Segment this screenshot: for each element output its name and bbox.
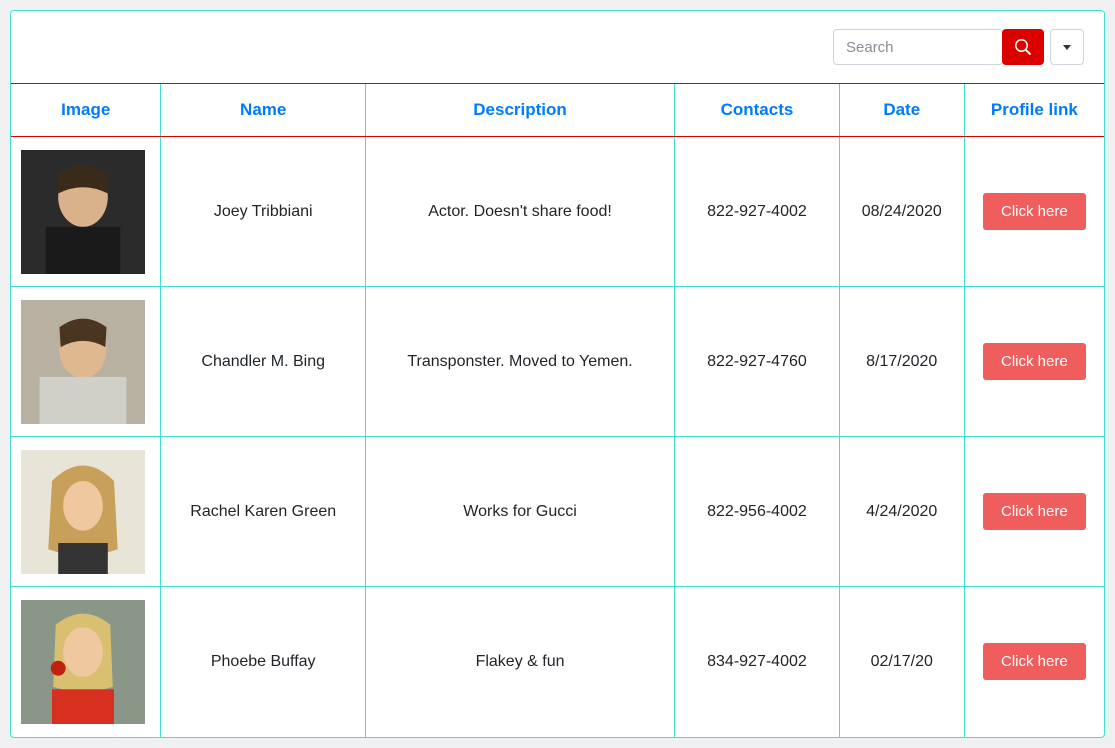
cell-profile-link: Click here — [964, 137, 1104, 287]
cell-description: Transponster. Moved to Yemen. — [365, 287, 674, 437]
cell-contacts: 822-956-4002 — [675, 437, 840, 587]
col-header-profile-link[interactable]: Profile link — [964, 84, 1104, 137]
table-header-row: Image Name Description Contacts Date Pro… — [11, 84, 1104, 137]
chevron-down-icon — [1063, 45, 1071, 50]
profile-link-button[interactable]: Click here — [983, 493, 1086, 530]
search-button[interactable] — [1002, 29, 1044, 65]
cell-name: Phoebe Buffay — [161, 587, 365, 737]
avatar — [21, 300, 145, 424]
cell-profile-link: Click here — [964, 287, 1104, 437]
col-header-date[interactable]: Date — [839, 84, 964, 137]
avatar — [21, 450, 145, 574]
cell-description: Flakey & fun — [365, 587, 674, 737]
cell-profile-link: Click here — [964, 437, 1104, 587]
cell-contacts: 822-927-4760 — [675, 287, 840, 437]
table-row: Joey TribbianiActor. Doesn't share food!… — [11, 137, 1104, 287]
col-header-contacts[interactable]: Contacts — [675, 84, 840, 137]
col-header-name[interactable]: Name — [161, 84, 365, 137]
cell-image — [11, 437, 161, 587]
table-row: Chandler M. BingTransponster. Moved to Y… — [11, 287, 1104, 437]
data-card: Image Name Description Contacts Date Pro… — [10, 10, 1105, 738]
cell-date: 8/17/2020 — [839, 287, 964, 437]
table-row: Rachel Karen GreenWorks for Gucci822-956… — [11, 437, 1104, 587]
cell-date: 4/24/2020 — [839, 437, 964, 587]
cell-date: 08/24/2020 — [839, 137, 964, 287]
avatar — [21, 150, 145, 274]
avatar — [21, 600, 145, 724]
table-row: Phoebe BuffayFlakey & fun834-927-400202/… — [11, 587, 1104, 737]
col-header-image[interactable]: Image — [11, 84, 161, 137]
search-input[interactable] — [833, 29, 1003, 65]
cell-description: Works for Gucci — [365, 437, 674, 587]
data-table: Image Name Description Contacts Date Pro… — [11, 83, 1104, 737]
cell-name: Joey Tribbiani — [161, 137, 365, 287]
dropdown-toggle[interactable] — [1050, 29, 1084, 65]
cell-image — [11, 587, 161, 737]
toolbar — [11, 11, 1104, 83]
profile-link-button[interactable]: Click here — [983, 343, 1086, 380]
col-header-description[interactable]: Description — [365, 84, 674, 137]
cell-contacts: 834-927-4002 — [675, 587, 840, 737]
search-icon — [1015, 39, 1031, 55]
cell-image — [11, 137, 161, 287]
cell-name: Rachel Karen Green — [161, 437, 365, 587]
profile-link-button[interactable]: Click here — [983, 643, 1086, 680]
cell-contacts: 822-927-4002 — [675, 137, 840, 287]
cell-name: Chandler M. Bing — [161, 287, 365, 437]
cell-date: 02/17/20 — [839, 587, 964, 737]
cell-profile-link: Click here — [964, 587, 1104, 737]
cell-description: Actor. Doesn't share food! — [365, 137, 674, 287]
search-group — [833, 29, 1044, 65]
cell-image — [11, 287, 161, 437]
profile-link-button[interactable]: Click here — [983, 193, 1086, 230]
